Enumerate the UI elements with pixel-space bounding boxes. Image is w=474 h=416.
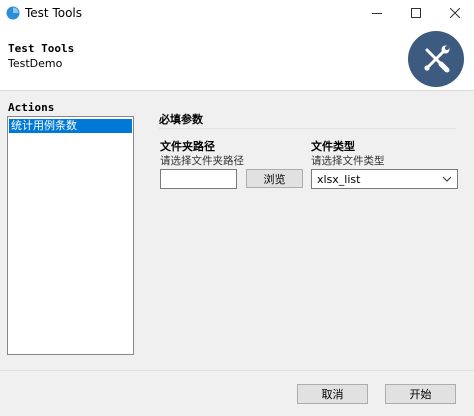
- file-type-select[interactable]: xlsx_list: [311, 169, 458, 189]
- cancel-button[interactable]: 取消: [297, 384, 368, 404]
- browse-button[interactable]: 浏览: [246, 169, 303, 188]
- app-icon: [6, 6, 20, 20]
- header-subtitle: TestDemo: [8, 57, 63, 70]
- window-title: Test Tools: [25, 6, 83, 20]
- folder-path-input[interactable]: [160, 169, 237, 189]
- maximize-icon: [411, 8, 421, 18]
- maximize-button[interactable]: [396, 0, 436, 26]
- minimize-button[interactable]: [357, 0, 397, 26]
- section-divider: [159, 128, 456, 129]
- title-bar: Test Tools: [0, 0, 474, 26]
- main-window: Test Tools Test Tools TestDemo Actions 统…: [0, 0, 474, 416]
- header-title: Test Tools: [8, 42, 75, 55]
- close-icon: [450, 8, 460, 18]
- close-button[interactable]: [435, 0, 474, 26]
- footer-divider: [0, 370, 474, 371]
- start-button[interactable]: 开始: [385, 384, 456, 404]
- tools-icon: [424, 45, 450, 73]
- file-type-hint: 请选择文件类型: [311, 155, 385, 167]
- minimize-icon: [372, 13, 382, 14]
- tool-badge: [408, 31, 464, 87]
- header-panel: Test Tools TestDemo: [0, 26, 474, 91]
- action-item-count-cases[interactable]: 统计用例条数: [9, 119, 132, 133]
- actions-list[interactable]: 统计用例条数: [7, 116, 134, 355]
- chevron-down-icon: [442, 176, 452, 182]
- folder-path-hint: 请选择文件夹路径: [160, 155, 244, 167]
- actions-label: Actions: [8, 101, 55, 114]
- file-type-label: 文件类型: [311, 140, 355, 153]
- params-section-title: 必填参数: [159, 113, 203, 126]
- file-type-selected: xlsx_list: [317, 173, 361, 186]
- params-panel: 必填参数 文件夹路径 请选择文件夹路径 浏览 文件类型 请选择文件类型 xlsx…: [147, 91, 462, 363]
- folder-path-label: 文件夹路径: [160, 140, 215, 153]
